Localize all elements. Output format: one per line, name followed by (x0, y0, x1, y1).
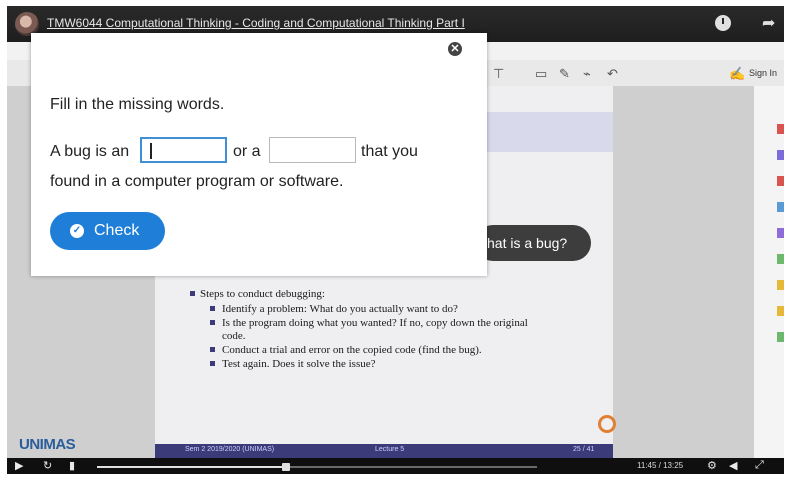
player-controls: ▶ ↻ ▮ 11:45 / 13:25 ⚙ ◀ ⤢ (7, 458, 784, 474)
tool-icon (777, 280, 784, 290)
footer-mid: Lecture 5 (375, 446, 405, 453)
tool-icon (777, 254, 784, 264)
footer-right: 25 / 41 (573, 446, 595, 453)
blank-1-input[interactable] (140, 137, 227, 163)
list-item: Test again. Does it solve the issue? (184, 358, 528, 370)
blank-2-input[interactable] (269, 137, 356, 163)
progress-fill (97, 466, 286, 468)
list-item: Identify a problem: What do you actually… (184, 303, 528, 315)
list-item: Steps to conduct debugging: (184, 288, 528, 300)
sign-icon: ✍ (729, 66, 746, 81)
check-button[interactable]: Check (50, 212, 165, 250)
slide-speech-bubble: hat is a bug? (475, 225, 591, 261)
watch-later-icon[interactable] (715, 15, 731, 31)
list-item: Conduct a trial and error on the copied … (184, 344, 528, 356)
progress-scrubber[interactable] (282, 463, 290, 471)
tool-icon (777, 124, 784, 134)
play-icon[interactable]: ▶ (15, 459, 23, 472)
tool-icon (777, 332, 784, 342)
time-display: 11:45 / 13:25 (637, 461, 684, 470)
video-title[interactable]: TMW6044 Computational Thinking - Coding … (47, 16, 465, 30)
right-panel (613, 86, 753, 458)
sentence-part-3: that you (361, 143, 418, 160)
volume-icon[interactable]: ◀ (729, 459, 737, 472)
slide-steps-list: Steps to conduct debugging: Identify a p… (184, 288, 528, 372)
sentence-line-2: found in a computer program or software. (50, 173, 344, 190)
check-circle-icon: ✓ (70, 224, 84, 238)
sentence-part-1: A bug is an (50, 143, 130, 160)
sign-in-link: Sign In (749, 68, 778, 78)
pen-icon: ✎ (559, 66, 570, 81)
list-item: code. (222, 330, 246, 342)
share-icon[interactable]: ➦ (762, 13, 775, 33)
highlight-icon: ⌁ (583, 66, 591, 81)
sentence-part-2: or a (233, 143, 261, 160)
tool-icon (777, 202, 784, 212)
close-icon[interactable]: ✕ (448, 42, 462, 56)
tool-icon (777, 150, 784, 160)
tool-icon (777, 176, 784, 186)
tool-icon (777, 306, 784, 316)
tools-strip (753, 86, 784, 458)
chapter-icon[interactable]: ▮ (69, 459, 75, 472)
pin-icon: ⊤ (493, 66, 505, 81)
fullscreen-icon[interactable]: ⤢ (755, 459, 764, 472)
comment-icon: ▭ (535, 66, 548, 81)
quiz-instruction: Fill in the missing words. (50, 96, 225, 113)
unimas-logo: UNIMAS (19, 436, 76, 453)
tool-icon (777, 228, 784, 238)
replay-icon[interactable]: ↻ (43, 459, 52, 472)
slide-emblem-icon (598, 415, 616, 433)
list-item: Is the program doing what you wanted? If… (184, 317, 528, 329)
undo-icon: ↶ (607, 66, 618, 81)
footer-left: Sem 2 2019/2020 (UNIMAS) (185, 446, 275, 453)
text-caret (150, 143, 152, 159)
settings-icon[interactable]: ⚙ (707, 459, 717, 472)
